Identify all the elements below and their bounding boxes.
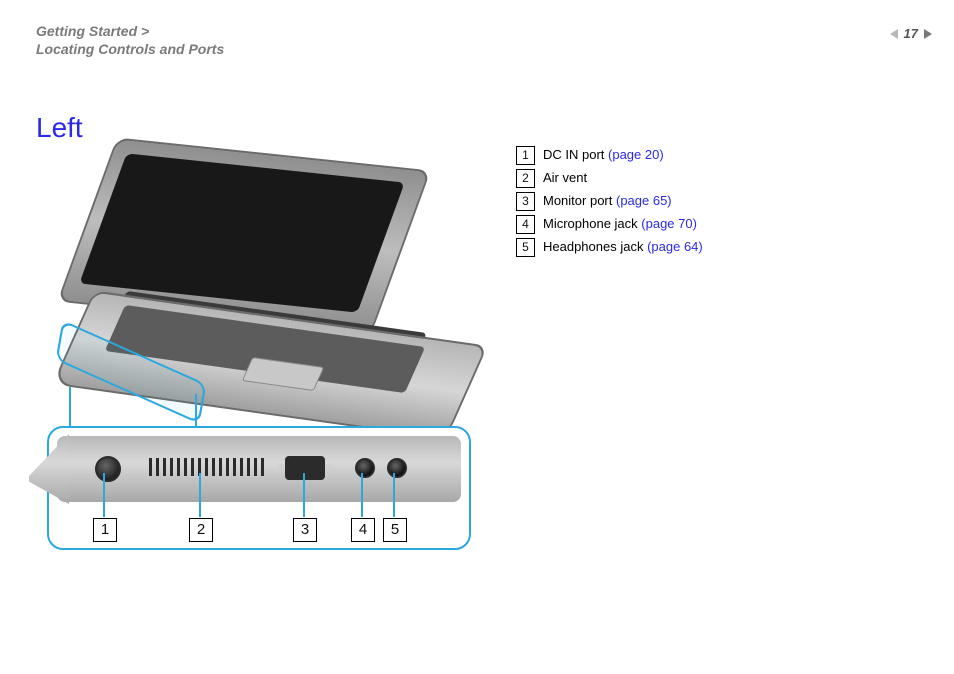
side-panel-taper xyxy=(29,434,69,504)
legend-label: Microphone jack xyxy=(543,216,641,231)
legend-row: 1 DC IN port (page 20) xyxy=(516,144,703,166)
page-number: 17 xyxy=(904,26,918,41)
callout-2: 2 xyxy=(189,518,213,542)
callout-4: 4 xyxy=(351,518,375,542)
legend-num: 2 xyxy=(516,169,535,188)
legend-row: 4 Microphone jack (page 70) xyxy=(516,213,703,235)
leader-line xyxy=(199,473,201,517)
callout-3: 3 xyxy=(293,518,317,542)
legend-row: 3 Monitor port (page 65) xyxy=(516,190,703,212)
legend-label: Monitor port xyxy=(543,193,616,208)
legend-page-link[interactable]: (page 64) xyxy=(647,239,703,254)
leader-line xyxy=(103,473,105,517)
legend-label: Headphones jack xyxy=(543,239,647,254)
monitor-port-icon xyxy=(285,456,325,480)
left-side-diagram: 1 2 3 4 5 xyxy=(47,142,477,542)
legend-page-link[interactable]: (page 70) xyxy=(641,216,697,231)
prev-page-icon[interactable] xyxy=(890,29,898,39)
dc-in-port-icon xyxy=(95,456,121,482)
legend-page-link[interactable]: (page 65) xyxy=(616,193,672,208)
side-panel-body xyxy=(57,436,461,502)
leader-line xyxy=(393,473,395,517)
legend-num: 5 xyxy=(516,238,535,257)
leader-line xyxy=(303,473,305,517)
page-title: Left xyxy=(36,112,83,144)
leader-line xyxy=(361,473,363,517)
callout-5: 5 xyxy=(383,518,407,542)
headphones-jack-icon xyxy=(387,458,407,478)
legend: 1 DC IN port (page 20) 2 Air vent 3 Moni… xyxy=(516,144,703,259)
legend-label: DC IN port xyxy=(543,147,608,162)
breadcrumb-section: Locating Controls and Ports xyxy=(36,40,224,58)
legend-page-link[interactable]: (page 20) xyxy=(608,147,664,162)
breadcrumb: Getting Started > Locating Controls and … xyxy=(36,22,224,58)
page-nav: 17 xyxy=(890,26,932,41)
manual-page: { "header": { "breadcrumb_chapter": "Get… xyxy=(0,0,954,674)
legend-label: Air vent xyxy=(543,170,587,185)
legend-row: 2 Air vent xyxy=(516,167,703,189)
breadcrumb-chapter: Getting Started > xyxy=(36,23,149,39)
callout-1: 1 xyxy=(93,518,117,542)
legend-num: 1 xyxy=(516,146,535,165)
microphone-jack-icon xyxy=(355,458,375,478)
legend-row: 5 Headphones jack (page 64) xyxy=(516,236,703,258)
air-vent-icon xyxy=(149,458,267,476)
legend-num: 4 xyxy=(516,215,535,234)
next-page-icon[interactable] xyxy=(924,29,932,39)
legend-num: 3 xyxy=(516,192,535,211)
